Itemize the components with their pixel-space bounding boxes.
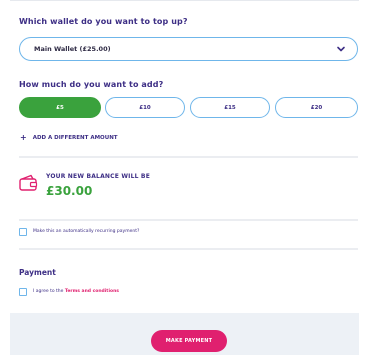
wallet-select[interactable]: Main Wallet (£25.00) xyxy=(19,37,358,61)
plus-icon: + xyxy=(20,133,27,142)
top-divider xyxy=(10,0,359,1)
recurring-payment-label: Make this an automatically recurring pay… xyxy=(33,229,140,234)
recurring-payment-checkbox[interactable] xyxy=(19,228,27,236)
terms-link[interactable]: Terms and conditions xyxy=(65,289,119,294)
amount-option-15[interactable]: £15 xyxy=(190,97,270,118)
amount-question: How much do you want to add? xyxy=(19,80,164,89)
make-payment-button[interactable]: MAKE PAYMENT xyxy=(151,330,227,352)
wallet-icon xyxy=(19,174,38,191)
add-different-amount-link[interactable]: + ADD A DIFFERENT AMOUNT xyxy=(20,133,118,142)
amount-option-5[interactable]: £5 xyxy=(19,97,101,118)
new-balance-label: YOUR NEW BALANCE WILL BE xyxy=(46,173,150,180)
section-divider xyxy=(19,219,358,221)
terms-prefix: I agree to the xyxy=(33,289,65,294)
amount-option-20[interactable]: £20 xyxy=(275,97,358,118)
terms-checkbox[interactable] xyxy=(19,288,27,296)
section-divider xyxy=(19,248,358,250)
amount-option-10[interactable]: £10 xyxy=(105,97,185,118)
section-divider xyxy=(19,156,358,158)
terms-label: I agree to the Terms and conditions xyxy=(33,289,119,294)
add-different-amount-label: ADD A DIFFERENT AMOUNT xyxy=(32,135,118,141)
chevron-down-icon xyxy=(337,46,345,52)
wallet-question: Which wallet do you want to top up? xyxy=(19,17,188,26)
new-balance-value: £30.00 xyxy=(46,184,93,198)
wallet-select-value: Main Wallet (£25.00) xyxy=(34,45,111,53)
payment-title: Payment xyxy=(19,268,56,277)
